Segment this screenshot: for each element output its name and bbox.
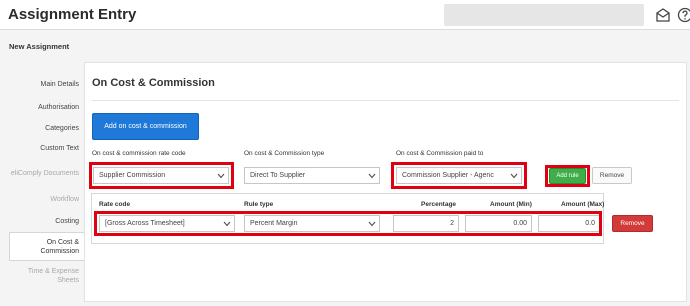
panel-divider <box>92 100 679 101</box>
help-icon[interactable] <box>677 7 690 23</box>
on-cost-commission-panel: On Cost & Commission Add on cost & commi… <box>84 62 687 302</box>
chevron-down-icon <box>223 221 231 227</box>
sidebar-item-label: Authorisation <box>38 103 79 111</box>
rule-rate-code-select[interactable]: [Gross Across Timesheet] <box>99 215 235 232</box>
sidebar-item-on-cost-commission[interactable]: On Cost & Commission <box>9 232 85 261</box>
mail-icon[interactable] <box>655 7 671 23</box>
app-title: Assignment Entry <box>8 6 137 23</box>
remove-button[interactable]: Remove <box>592 167 632 184</box>
column-header-percentage: Percentage <box>421 201 457 208</box>
sidebar-item-authorisation[interactable]: Authorisation <box>9 96 85 118</box>
paid-to-select[interactable]: Commission Supplier - Agenc <box>396 167 522 184</box>
rate-code-select[interactable]: Supplier Commission <box>93 167 229 184</box>
rule-type-value: Percent Margin <box>250 220 298 227</box>
chevron-down-icon <box>510 173 518 179</box>
column-header-amount-max: Amount (Max) <box>561 201 605 208</box>
panel-title: On Cost & Commission <box>92 77 215 89</box>
chevron-down-icon <box>217 173 225 179</box>
sidebar-item-elicomply-documents: eliComply Documents <box>9 158 85 188</box>
column-header-rate-code: Rate code <box>99 201 131 208</box>
chevron-down-icon <box>368 221 376 227</box>
percentage-input[interactable]: 2 <box>393 215 459 232</box>
rule-type-select[interactable]: Percent Margin <box>244 215 380 232</box>
paid-to-label: On cost & Commission paid to <box>396 150 484 157</box>
add-on-cost-commission-button[interactable]: Add on cost & commission <box>92 113 199 140</box>
rate-code-label: On cost & commission rate code <box>92 150 186 157</box>
sidebar-item-custom-text[interactable]: Custom Text <box>9 138 85 158</box>
column-header-amount-min: Amount (Min) <box>490 201 532 208</box>
sidebar-item-main-details[interactable]: Main Details <box>9 72 85 96</box>
add-rule-button[interactable]: Add rule <box>549 168 586 184</box>
page-subtitle: New Assignment <box>9 42 70 51</box>
sidebar-item-label: Main Details <box>40 80 79 88</box>
sidebar: Main Details Authorisation Categories Cu… <box>9 72 85 291</box>
rate-code-value: Supplier Commission <box>99 172 166 179</box>
commission-type-value: Direct To Supplier <box>250 172 306 179</box>
sidebar-item-workflow: Workflow <box>9 188 85 210</box>
sidebar-item-label: Workflow <box>50 195 79 203</box>
sidebar-item-label: On Cost & Commission <box>40 238 79 255</box>
rule-rate-code-value: [Gross Across Timesheet] <box>105 220 185 227</box>
chevron-down-icon <box>368 173 376 179</box>
sidebar-item-label: Custom Text <box>40 144 79 152</box>
sidebar-item-label: eliComply Documents <box>10 169 79 177</box>
sidebar-item-label: Categories <box>45 124 79 132</box>
amount-max-input[interactable]: 0.0 <box>538 215 600 232</box>
sidebar-item-categories[interactable]: Categories <box>9 118 85 138</box>
sidebar-item-label: Costing <box>55 217 79 225</box>
paid-to-value: Commission Supplier - Agenc <box>402 172 494 179</box>
column-header-rule-type: Rule type <box>244 201 274 208</box>
commission-type-select[interactable]: Direct To Supplier <box>244 167 380 184</box>
commission-type-label: On cost & Commission type <box>244 150 325 157</box>
top-search-box[interactable] <box>444 4 644 26</box>
amount-min-input[interactable]: 0.00 <box>465 215 532 232</box>
sidebar-item-label: Time & Expense Sheets <box>27 268 79 284</box>
top-bar: Assignment Entry <box>0 0 690 30</box>
sidebar-item-time-expense-sheets: Time & Expense Sheets <box>9 261 85 291</box>
remove-rule-button[interactable]: Remove <box>612 215 653 232</box>
sidebar-item-costing[interactable]: Costing <box>9 210 85 232</box>
